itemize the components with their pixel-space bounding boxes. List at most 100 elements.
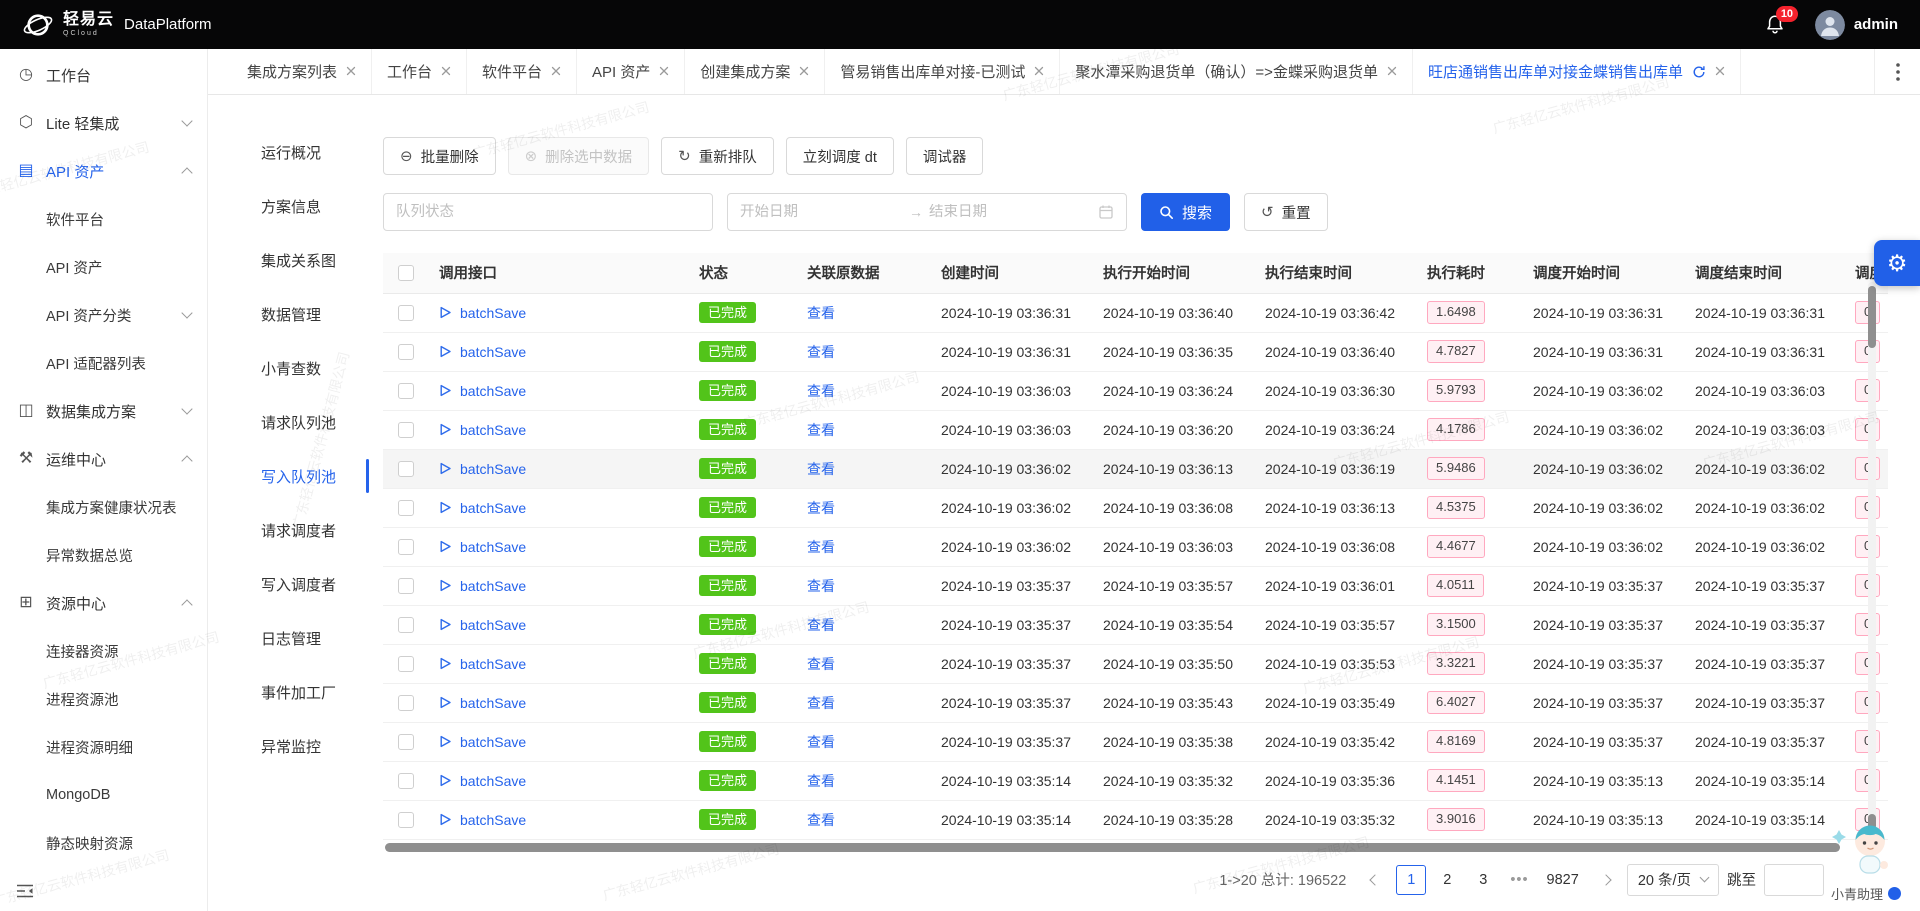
start-date-input[interactable] bbox=[740, 204, 903, 220]
sidebar-item[interactable]: ⬡ Lite 轻集成 bbox=[0, 99, 207, 147]
batch-delete-button[interactable]: ⊖ 批量删除 bbox=[383, 137, 496, 175]
requeue-button[interactable]: ↻ 重新排队 bbox=[661, 137, 774, 175]
view-origin-link[interactable]: 查看 bbox=[807, 734, 835, 750]
select-all-checkbox[interactable] bbox=[398, 264, 414, 281]
row-checkbox[interactable] bbox=[398, 695, 414, 712]
avatar[interactable] bbox=[1814, 9, 1845, 40]
view-origin-link[interactable]: 查看 bbox=[807, 500, 835, 516]
interface-link[interactable]: batchSave bbox=[460, 734, 526, 750]
tab-close-icon[interactable] bbox=[659, 63, 669, 80]
submenu-item[interactable]: 写入队列池 bbox=[208, 449, 369, 503]
submenu-item[interactable]: 请求调度者 bbox=[208, 503, 369, 557]
sidebar-item[interactable]: 异常数据总览 bbox=[0, 531, 207, 579]
view-origin-link[interactable]: 查看 bbox=[807, 773, 835, 789]
sidebar-item[interactable]: API 适配器列表 bbox=[0, 339, 207, 387]
prev-page-button[interactable] bbox=[1362, 865, 1388, 895]
row-checkbox[interactable] bbox=[398, 539, 414, 556]
row-checkbox[interactable] bbox=[398, 305, 414, 322]
view-origin-link[interactable]: 查看 bbox=[807, 539, 835, 555]
sidebar-item[interactable]: 静态映射资源 bbox=[0, 819, 207, 867]
interface-link[interactable]: batchSave bbox=[460, 461, 526, 477]
row-checkbox[interactable] bbox=[398, 383, 414, 400]
sidebar-item[interactable]: 集成方案健康状况表 bbox=[0, 483, 207, 531]
sidebar-item[interactable]: 进程资源明细 bbox=[0, 723, 207, 771]
tab[interactable]: 工作台 bbox=[372, 49, 468, 94]
sidebar-collapse-button[interactable] bbox=[16, 883, 34, 899]
row-checkbox[interactable] bbox=[398, 578, 414, 595]
end-date-input[interactable] bbox=[929, 204, 1092, 220]
tab[interactable]: 管易销售出库单对接-已测试 bbox=[825, 49, 1061, 94]
submenu-item[interactable]: 日志管理 bbox=[208, 611, 369, 665]
interface-link[interactable]: batchSave bbox=[460, 812, 526, 828]
sidebar-item[interactable]: ⊞ 资源中心 bbox=[0, 579, 207, 627]
settings-fab[interactable]: ⚙ bbox=[1874, 240, 1920, 286]
row-checkbox[interactable] bbox=[398, 656, 414, 673]
view-origin-link[interactable]: 查看 bbox=[807, 305, 835, 321]
page-number[interactable]: ••• bbox=[1504, 865, 1534, 895]
interface-link[interactable]: batchSave bbox=[460, 617, 526, 633]
row-checkbox[interactable] bbox=[398, 422, 414, 439]
submenu-item[interactable]: 运行概况 bbox=[208, 125, 369, 179]
tab-close-icon[interactable] bbox=[1715, 63, 1725, 80]
debugger-button[interactable]: 调试器 bbox=[905, 137, 984, 175]
row-checkbox[interactable] bbox=[398, 344, 414, 361]
sidebar-item[interactable]: 连接器资源 bbox=[0, 627, 207, 675]
tab[interactable]: 聚水潭采购退货单（确认）=>金蝶采购退货单 bbox=[1060, 49, 1413, 94]
sidebar-item[interactable]: 进程资源池 bbox=[0, 675, 207, 723]
assistant-toggle-button[interactable] bbox=[1888, 887, 1901, 900]
interface-link[interactable]: batchSave bbox=[460, 578, 526, 594]
notifications-button[interactable]: 10 bbox=[1765, 6, 1799, 35]
sidebar-item[interactable]: ◫ 数据集成方案 bbox=[0, 387, 207, 435]
vertical-scrollbar-thumb[interactable] bbox=[1868, 286, 1876, 348]
sidebar-item[interactable]: ⚒ 运维中心 bbox=[0, 435, 207, 483]
row-checkbox[interactable] bbox=[398, 617, 414, 634]
queue-status-input[interactable] bbox=[383, 193, 713, 231]
tab-close-icon[interactable] bbox=[1387, 63, 1397, 80]
tab[interactable]: 软件平台 bbox=[467, 49, 578, 94]
sidebar-item[interactable]: 软件平台 bbox=[0, 195, 207, 243]
view-origin-link[interactable]: 查看 bbox=[807, 344, 835, 360]
interface-link[interactable]: batchSave bbox=[460, 344, 526, 360]
row-checkbox[interactable] bbox=[398, 812, 414, 829]
sidebar-item[interactable]: ▤ API 资产 bbox=[0, 147, 207, 195]
search-button[interactable]: 搜索 bbox=[1141, 193, 1231, 231]
horizontal-scrollbar[interactable] bbox=[383, 842, 1888, 852]
tab-close-icon[interactable] bbox=[441, 63, 451, 80]
tab-close-icon[interactable] bbox=[346, 63, 356, 80]
page-size-select[interactable]: 20 条/页 bbox=[1626, 863, 1719, 896]
tab-more-button[interactable] bbox=[1874, 49, 1920, 94]
assistant-mascot[interactable]: 小青助理 bbox=[1824, 821, 1908, 903]
date-range-picker[interactable]: → bbox=[727, 193, 1127, 231]
submenu-item[interactable]: 事件加工厂 bbox=[208, 665, 369, 719]
next-page-button[interactable] bbox=[1593, 865, 1619, 895]
schedule-now-button[interactable]: 立刻调度 dt bbox=[785, 137, 894, 175]
sidebar-item[interactable]: API 资产分类 bbox=[0, 291, 207, 339]
submenu-item[interactable]: 小青查数 bbox=[208, 341, 369, 395]
sidebar-item[interactable]: MongoDB bbox=[0, 771, 207, 819]
page-number[interactable]: 2 bbox=[1432, 865, 1462, 895]
submenu-item[interactable]: 异常监控 bbox=[208, 719, 369, 773]
row-checkbox[interactable] bbox=[398, 461, 414, 478]
interface-link[interactable]: batchSave bbox=[460, 500, 526, 516]
interface-link[interactable]: batchSave bbox=[460, 305, 526, 321]
submenu-item[interactable]: 集成关系图 bbox=[208, 233, 369, 287]
submenu-item[interactable]: 方案信息 bbox=[208, 179, 369, 233]
row-checkbox[interactable] bbox=[398, 500, 414, 517]
page-number[interactable]: 1 bbox=[1396, 864, 1427, 895]
view-origin-link[interactable]: 查看 bbox=[807, 656, 835, 672]
view-origin-link[interactable]: 查看 bbox=[807, 695, 835, 711]
sidebar-item[interactable]: ◷ 工作台 bbox=[0, 51, 207, 99]
submenu-item[interactable]: 数据管理 bbox=[208, 287, 369, 341]
view-origin-link[interactable]: 查看 bbox=[807, 812, 835, 828]
sidebar-item[interactable]: API 资产 bbox=[0, 243, 207, 291]
interface-link[interactable]: batchSave bbox=[460, 422, 526, 438]
reset-button[interactable]: ↺ 重置 bbox=[1244, 193, 1328, 231]
view-origin-link[interactable]: 查看 bbox=[807, 422, 835, 438]
tab-close-icon[interactable] bbox=[551, 63, 561, 80]
view-origin-link[interactable]: 查看 bbox=[807, 578, 835, 594]
username[interactable]: admin bbox=[1854, 16, 1898, 33]
jump-page-input[interactable] bbox=[1764, 863, 1824, 896]
page-number[interactable]: 9827 bbox=[1541, 865, 1585, 895]
horizontal-scrollbar-thumb[interactable] bbox=[385, 842, 1840, 852]
row-checkbox[interactable] bbox=[398, 734, 414, 751]
